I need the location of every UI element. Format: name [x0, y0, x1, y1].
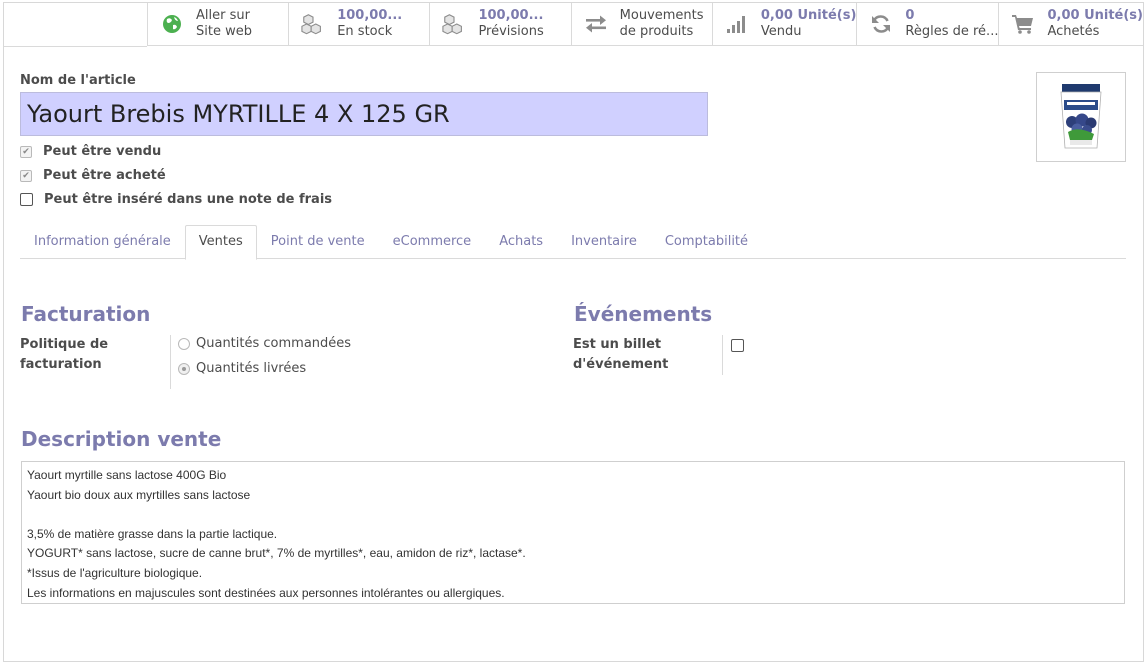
reordering-rules-label: Règles de ré... [905, 24, 999, 39]
reordering-rules-button[interactable]: 0 Règles de ré... [856, 3, 998, 45]
notebook-tabs: Information générale Ventes Point de ven… [20, 225, 1126, 260]
description-line: Les informations en majuscules sont dest… [27, 585, 505, 600]
event-ticket-label: Est un billet d'événement [573, 335, 668, 375]
invoicing-policy-label: Politique de facturation [20, 335, 108, 375]
sales-description-title: Description vente [21, 427, 222, 451]
tab-purchase[interactable]: Achats [485, 225, 557, 258]
sold-value: 0,00 Unité(s) [760, 8, 857, 23]
purchased-value: 0,00 Unité(s) [1047, 8, 1143, 23]
description-line: *Issus de l'agriculture biologique. [27, 565, 203, 580]
invoicing-policy-label-line1: Politique de [20, 337, 109, 352]
smart-button-box: Aller sur Site web 100,00... En stock 10… [147, 3, 1143, 46]
website-button[interactable]: Aller sur Site web [147, 3, 288, 45]
radio-ordered-quantities-label: Quantités commandées [196, 336, 352, 351]
tab-sales[interactable]: Ventes [184, 225, 257, 260]
divider [4, 46, 147, 47]
description-line: 3,5% de matière grasse dans la partie la… [27, 526, 278, 541]
exchange-icon [584, 12, 608, 36]
description-line [27, 505, 1119, 525]
sales-description-textarea[interactable]: Yaourt myrtille sans lactose 400G Bio Ya… [21, 461, 1125, 604]
forecast-label: Prévisions [478, 24, 544, 39]
can-be-purchased-checkbox[interactable]: ✔ [20, 169, 32, 182]
cart-icon [1011, 12, 1035, 36]
product-name-input[interactable]: Yaourt Brebis MYRTILLE 4 X 125 GR [20, 92, 708, 136]
radio-ordered-quantities[interactable]: Quantités commandées [178, 336, 351, 351]
signal-icon [725, 12, 749, 36]
invoicing-policy-label-line2: facturation [20, 357, 102, 372]
stock-moves-label-line2: de produits [619, 24, 694, 39]
tab-accounting[interactable]: Comptabilité [651, 225, 762, 258]
website-label-line1: Aller sur [196, 8, 250, 23]
purchased-button[interactable]: 0,00 Unité(s) Achetés [998, 3, 1143, 45]
product-name-label: Nom de l'article [20, 73, 136, 88]
forecast-button[interactable]: 100,00... Prévisions [429, 3, 570, 45]
description-line: Yaourt myrtille sans lactose 400G Bio [27, 468, 227, 482]
sold-label: Vendu [760, 24, 802, 39]
tab-ecommerce[interactable]: eCommerce [379, 225, 486, 258]
can-be-expensed-label: Peut être inséré dans une note de frais [44, 192, 333, 207]
yogurt-pot-image [1060, 84, 1102, 149]
purchased-label: Achetés [1047, 24, 1100, 39]
forecast-value: 100,00... [478, 8, 544, 23]
invoicing-section-title: Facturation [21, 302, 151, 326]
can-be-expensed-checkbox[interactable] [20, 193, 33, 206]
field-separator [722, 335, 723, 375]
cubes-icon [301, 12, 325, 36]
on-hand-label: En stock [337, 24, 393, 39]
sold-button[interactable]: 0,00 Unité(s) Vendu [711, 3, 857, 45]
globe-icon [160, 12, 184, 36]
can-be-expensed-row[interactable]: Peut être inséré dans une note de frais [20, 192, 332, 207]
field-separator [170, 335, 171, 389]
events-section-title: Événements [574, 302, 713, 326]
product-image[interactable] [1036, 72, 1126, 162]
radio-button[interactable] [178, 362, 190, 375]
can-be-purchased-row[interactable]: ✔ Peut être acheté [20, 168, 166, 183]
website-label-line2: Site web [196, 24, 252, 39]
event-ticket-label-line2: d'événement [573, 357, 669, 372]
can-be-sold-row[interactable]: ✔ Peut être vendu [20, 144, 161, 159]
radio-delivered-quantities[interactable]: Quantités livrées [178, 361, 306, 376]
event-ticket-label-line1: Est un billet [573, 337, 662, 352]
description-line: Yaourt bio doux aux myrtilles sans lacto… [27, 487, 251, 502]
on-hand-value: 100,00... [337, 8, 403, 23]
reordering-rules-value: 0 [905, 8, 915, 23]
refresh-icon [869, 12, 893, 36]
form-sheet: Aller sur Site web 100,00... En stock 10… [3, 2, 1144, 662]
tab-general-information[interactable]: Information générale [20, 225, 185, 258]
description-line: YOGURT* sans lactose, sucre de canne bru… [27, 546, 526, 561]
can-be-purchased-label: Peut être acheté [43, 168, 166, 183]
stock-moves-button[interactable]: Mouvements de produits [570, 3, 712, 45]
cubes-icon [442, 12, 466, 36]
stock-moves-label-line1: Mouvements [619, 8, 704, 23]
radio-delivered-quantities-label: Quantités livrées [196, 361, 307, 376]
tab-inventory[interactable]: Inventaire [557, 225, 651, 258]
on-hand-button[interactable]: 100,00... En stock [288, 3, 429, 45]
radio-button[interactable] [178, 337, 190, 350]
tab-point-of-sale[interactable]: Point de vente [257, 225, 379, 258]
can-be-sold-checkbox[interactable]: ✔ [20, 145, 32, 158]
can-be-sold-label: Peut être vendu [43, 144, 162, 159]
event-ticket-checkbox[interactable] [731, 339, 744, 352]
